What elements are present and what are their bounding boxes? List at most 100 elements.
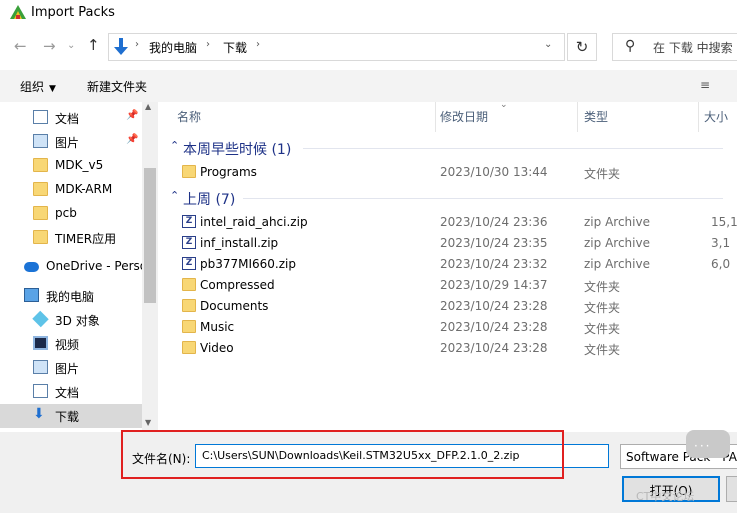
column-header-type[interactable]: 类型	[584, 108, 608, 125]
dialog-footer: 文件名(N): C:\Users\SUN\Downloads\Keil.STM3…	[0, 430, 737, 513]
column-header-date[interactable]: 修改日期	[440, 108, 488, 125]
file-name: Music	[200, 320, 235, 334]
file-name: Programs	[200, 165, 257, 179]
nav-item[interactable]: 文档	[0, 380, 142, 404]
crumb-separator: ›	[206, 39, 210, 50]
file-row[interactable]: Music 2023/10/24 23:28 文件夹	[163, 317, 737, 338]
filename-label: 文件名(N):	[132, 452, 191, 466]
title-bar: Import Packs	[0, 0, 737, 28]
column-header-size[interactable]: 大小	[704, 108, 728, 125]
column-divider[interactable]	[577, 102, 578, 132]
group-divider	[303, 148, 723, 149]
file-name: Documents	[200, 299, 269, 313]
nav-item[interactable]: 图片 📌	[0, 130, 142, 154]
nav-item[interactable]: 图片	[0, 356, 142, 380]
folder-icon	[33, 230, 48, 244]
file-size: 3,1	[711, 236, 731, 250]
file-date: 2023/10/24 23:28	[440, 320, 548, 334]
nav-item[interactable]: pcb	[0, 202, 142, 226]
download-icon	[114, 38, 128, 55]
nav-item[interactable]: ⬇ 下载	[0, 404, 142, 428]
organize-menu[interactable]: 组织 ▼	[20, 78, 56, 95]
nav-scroll-thumb[interactable]	[144, 168, 156, 303]
crumb-separator: ›	[135, 39, 139, 50]
nav-item-label: 文档	[55, 112, 80, 126]
chevron-up-icon: ⌃	[170, 189, 180, 202]
forward-icon[interactable]: →	[43, 37, 56, 55]
folder-icon	[182, 320, 196, 333]
column-divider[interactable]	[698, 102, 699, 132]
back-icon[interactable]: ←	[14, 37, 27, 55]
sort-caret-icon: ⌄	[500, 102, 508, 110]
search-box[interactable]: ⚲ 在 下载 中搜索	[612, 33, 737, 61]
nav-item[interactable]: TIMER应用	[0, 226, 142, 250]
pin-icon: 📌	[126, 134, 139, 145]
watermark-chat-icon: ···	[686, 430, 730, 458]
document-icon	[33, 110, 48, 124]
pictures-icon	[33, 360, 48, 374]
file-type: 文件夹	[584, 343, 621, 357]
file-date: 2023/10/30 13:44	[440, 165, 548, 179]
nav-item-label: 我的电脑	[46, 290, 95, 304]
organize-label: 组织	[20, 80, 45, 94]
refresh-icon: ↻	[575, 38, 589, 56]
nav-item[interactable]: 文档 📌	[0, 106, 142, 130]
download-icon: ⬇	[33, 406, 45, 422]
nav-item-label: 下载	[55, 410, 80, 424]
file-type: zip Archive	[584, 257, 650, 271]
file-type: 文件夹	[584, 280, 621, 294]
group-header[interactable]: ⌃ 上周 (7)	[163, 187, 737, 209]
nav-item[interactable]: MDK_v5	[0, 154, 142, 178]
zip-file-icon: Z	[182, 236, 196, 249]
column-divider[interactable]	[435, 102, 436, 132]
filename-input[interactable]: C:\Users\SUN\Downloads\Keil.STM32U5xx_DF…	[195, 444, 609, 468]
command-toolbar: 组织 ▼ 新建文件夹 ≡	[0, 70, 737, 102]
view-options-icon[interactable]: ≡	[700, 78, 710, 92]
recent-dropdown-icon[interactable]: ⌄	[67, 40, 75, 51]
cloud-icon	[24, 262, 39, 272]
column-header-name[interactable]: 名称	[177, 108, 201, 125]
file-name: Video	[200, 341, 234, 355]
crumb-downloads[interactable]: 下载	[223, 39, 247, 56]
file-row[interactable]: Zintel_raid_ahci.zip 2023/10/24 23:36 zip …	[163, 212, 737, 233]
video-icon	[33, 336, 48, 350]
folder-icon	[182, 278, 196, 291]
file-row[interactable]: Zpb377MI660.zip 2023/10/24 23:32 zip Archi…	[163, 254, 737, 275]
file-name: inf_install.zip	[200, 236, 279, 250]
crumb-my-computer[interactable]: 我的电脑	[149, 39, 197, 56]
nav-item-label: pcb	[55, 206, 77, 220]
nav-item[interactable]: 视频	[0, 332, 142, 356]
file-type: zip Archive	[584, 215, 650, 229]
file-row[interactable]: Programs 2023/10/30 13:44 文件夹	[163, 162, 737, 183]
scroll-up-icon[interactable]: ▲	[145, 102, 151, 111]
new-folder-button[interactable]: 新建文件夹	[87, 78, 147, 95]
refresh-button[interactable]: ↻	[567, 33, 597, 61]
nav-item[interactable]: OneDrive - Personal	[0, 255, 158, 279]
file-type: zip Archive	[584, 236, 650, 250]
nav-item[interactable]: 我的电脑	[0, 284, 142, 308]
cancel-button[interactable]	[726, 476, 737, 502]
file-date: 2023/10/24 23:36	[440, 215, 548, 229]
file-name: pb377MI660.zip	[200, 257, 296, 271]
file-date: 2023/10/24 23:28	[440, 341, 548, 355]
up-icon[interactable]: ↑	[87, 36, 100, 54]
file-size: 6,0	[711, 257, 731, 271]
nav-item-label: MDK-ARM	[55, 182, 113, 196]
address-box[interactable]: › 我的电脑 › 下载 › ⌄	[108, 33, 565, 61]
cube-icon	[32, 310, 49, 328]
address-bar-row: ← → ⌄ ↑ › 我的电脑 › 下载 › ⌄ ↻ ⚲ 在 下载 中搜索	[0, 28, 737, 66]
file-row[interactable]: Video 2023/10/24 23:28 文件夹	[163, 338, 737, 359]
file-date: 2023/10/24 23:35	[440, 236, 548, 250]
document-icon	[33, 384, 48, 398]
address-dropdown-icon[interactable]: ⌄	[544, 39, 552, 50]
watermark-text: CT中文论坛	[636, 490, 695, 503]
file-row[interactable]: Documents 2023/10/24 23:28 文件夹	[163, 296, 737, 317]
scroll-down-icon[interactable]: ▼	[145, 418, 151, 427]
file-row[interactable]: Compressed 2023/10/29 14:37 文件夹	[163, 275, 737, 296]
nav-item[interactable]: 3D 对象	[0, 308, 142, 332]
nav-item[interactable]: MDK-ARM	[0, 178, 142, 202]
nav-item-label: 文档	[55, 386, 80, 400]
group-header[interactable]: ⌃ 本周早些时候 (1)	[163, 137, 737, 159]
file-row[interactable]: Zinf_install.zip 2023/10/24 23:35 zip Arch…	[163, 233, 737, 254]
file-name: intel_raid_ahci.zip	[200, 215, 308, 229]
